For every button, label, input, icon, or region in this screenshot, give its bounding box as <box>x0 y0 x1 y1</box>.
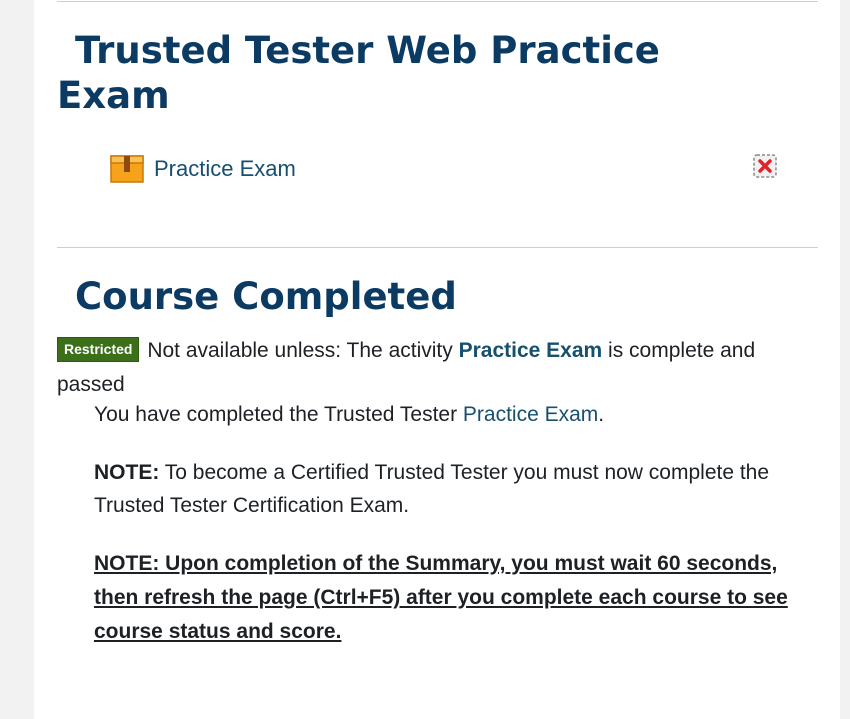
practice-exam-summary-link[interactable]: Practice Exam <box>463 403 598 426</box>
note-certification: NOTE: To become a Certified Trusted Test… <box>94 456 794 522</box>
section-divider <box>57 1 818 2</box>
course-page: Trusted Tester Web Practice Exam Practice… <box>34 0 840 719</box>
section-divider <box>57 247 818 248</box>
remove-icon[interactable] <box>753 154 777 178</box>
restriction-info: Restricted Not available unless: The act… <box>57 334 827 402</box>
note-refresh: NOTE: Upon completion of the Summary, yo… <box>94 552 788 643</box>
summary-period: . <box>598 403 605 426</box>
note-label: NOTE: <box>94 461 160 484</box>
restriction-activity-name: Practice Exam <box>458 339 603 362</box>
package-icon <box>110 155 144 183</box>
section-title-practice-exam: Trusted Tester Web Practice Exam <box>57 28 660 118</box>
summary-text: You have completed the Trusted Tester <box>94 403 458 426</box>
section-title-course-completed: Course Completed <box>57 274 457 319</box>
activity-practice-exam[interactable]: Practice Exam <box>109 152 296 186</box>
section-title-line2: Exam <box>57 74 170 117</box>
restricted-badge: Restricted <box>57 337 140 362</box>
note-certification-text: To become a Certified Trusted Tester you… <box>94 461 770 517</box>
section-title-line1: Trusted Tester Web Practice <box>75 29 660 72</box>
section-title-text: Course Completed <box>75 275 457 318</box>
summary-paragraph: You have completed the Trusted Tester Pr… <box>94 398 794 431</box>
course-summary: You have completed the Trusted Tester Pr… <box>94 398 794 674</box>
practice-exam-link[interactable]: Practice Exam <box>154 156 296 182</box>
restriction-prefix: Not available unless: The activity <box>147 339 453 362</box>
